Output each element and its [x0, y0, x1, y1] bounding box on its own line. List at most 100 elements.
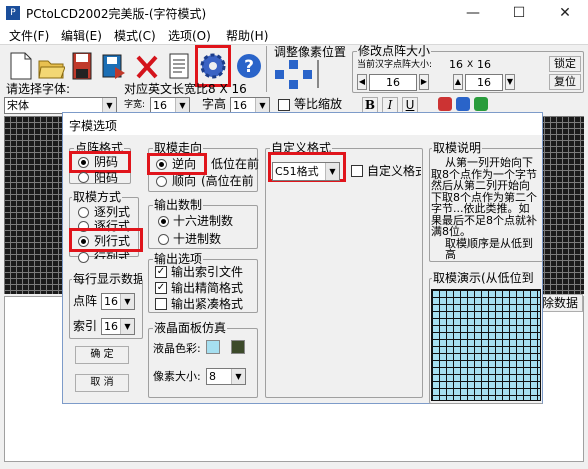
- char-width-label: 字宽:: [124, 100, 146, 110]
- current-height: 16: [477, 58, 491, 71]
- demo-title: 取模演示(从低位到: [432, 272, 542, 284]
- dot-per-line-select[interactable]: 16 ▼: [101, 293, 135, 310]
- lcd-fg-swatch[interactable]: [206, 340, 220, 354]
- height-inc-icon[interactable]: ▼: [505, 74, 515, 90]
- mode-title: 取模方式: [72, 190, 123, 204]
- column-label: 逐列式: [94, 205, 131, 219]
- custom-format-group: 自定义格式: [265, 142, 423, 398]
- ascii-size-text: 8 X 16: [208, 82, 247, 96]
- mirror-icon[interactable]: [474, 97, 488, 111]
- radio-forward[interactable]: [156, 176, 167, 187]
- title-bar: P PCtoLCD2002完美版-(字符模式) — ☐ ✕: [0, 0, 588, 26]
- cancel-button[interactable]: 取 消: [75, 374, 129, 392]
- lcd-color-label: 液晶色彩:: [153, 342, 201, 355]
- explanation-line: 从第一列开始向下: [445, 157, 533, 169]
- radio-column[interactable]: [78, 207, 89, 218]
- pixel-size-select[interactable]: 8 ▼: [206, 368, 246, 385]
- pixel-left-icon[interactable]: [275, 70, 284, 79]
- menu-options[interactable]: 选项(O): [168, 27, 211, 44]
- new-file-icon[interactable]: [6, 48, 36, 84]
- dialog-titlebar: 字模选项: [63, 113, 542, 135]
- maximize-button[interactable]: ☐: [496, 0, 542, 26]
- custom-format-value: C51格式: [275, 165, 319, 178]
- menu-file[interactable]: 文件(F): [9, 27, 49, 44]
- explanation-line: 字节...依此类推。如: [431, 202, 530, 215]
- chevron-down-icon: ▼: [231, 369, 245, 384]
- pixel-down-icon[interactable]: [289, 80, 298, 89]
- save-icon[interactable]: [66, 48, 96, 84]
- per-line-title: 每行显示数据: [72, 273, 142, 285]
- delete-icon[interactable]: [132, 48, 162, 84]
- save-as-icon[interactable]: [98, 48, 128, 84]
- scale-checkbox[interactable]: [278, 99, 290, 111]
- explanation-line: 然后从第二列开始向: [431, 179, 530, 192]
- hex-label: 十六进制数: [173, 214, 234, 228]
- lcd-bg-swatch[interactable]: [231, 340, 245, 354]
- index-file-checkbox[interactable]: ✓: [155, 266, 167, 278]
- help-icon[interactable]: ?: [234, 48, 264, 84]
- custom-format-select[interactable]: C51格式 ▼: [272, 162, 340, 181]
- document-icon[interactable]: [164, 48, 194, 84]
- options-dialog: 字模选项 点阵格式 阴码 阳码 取模方式 逐列式 逐行式 列行式 行列式 每行显…: [62, 112, 543, 404]
- width-inc-icon[interactable]: ▶: [419, 74, 429, 90]
- pixel-right-icon[interactable]: [303, 70, 312, 79]
- lcd-sim-title: 液晶面板仿真: [153, 321, 228, 335]
- forward-hint: (高位在前: [201, 174, 254, 188]
- demo-grid: [431, 289, 541, 401]
- chevron-down-icon: ▼: [325, 163, 339, 180]
- radio-hex[interactable]: [158, 216, 169, 227]
- output-options-title: 输出选项: [153, 252, 204, 266]
- yangma-label: 阳码: [94, 171, 119, 183]
- open-folder-icon[interactable]: [36, 48, 66, 84]
- matrix-size-title: 修改点阵大小: [357, 44, 432, 58]
- font-value: 宋体: [7, 99, 29, 112]
- radio-reverse[interactable]: [156, 159, 167, 170]
- pixel-adjust-title: 调整像素位置: [273, 45, 348, 59]
- rotate-icon[interactable]: [438, 97, 452, 111]
- pixel-adjust-group: 调整像素位置: [266, 45, 348, 92]
- height-spin[interactable]: 16: [465, 74, 503, 91]
- lock-button[interactable]: 锁定: [549, 56, 581, 72]
- ok-button[interactable]: 确 定: [75, 346, 129, 364]
- close-button[interactable]: ✕: [542, 0, 588, 26]
- pixel-up-icon[interactable]: [289, 60, 298, 69]
- app-icon: P: [6, 6, 20, 20]
- menu-help[interactable]: 帮助(H): [226, 27, 268, 44]
- char-height-value: 16: [233, 99, 247, 112]
- rotate-tools: [438, 95, 494, 113]
- options-gear-button[interactable]: [195, 45, 231, 87]
- radio-yinma[interactable]: [78, 157, 89, 168]
- reverse-label: 逆向: [172, 157, 197, 171]
- radio-column-row[interactable]: [78, 236, 89, 247]
- matrix-size-group: 修改点阵大小 当前汉字点阵大小: 16 X 16 锁定 ◀ 16 ▶ ▲ 16 …: [352, 45, 584, 93]
- char-height-label: 字高: [202, 97, 227, 111]
- explanation-line: 满8位。: [431, 225, 471, 238]
- index-per-line-select[interactable]: 16 ▼: [101, 318, 135, 335]
- restore-button[interactable]: 复位: [549, 74, 581, 90]
- window-title: PCtoLCD2002完美版-(字符模式): [26, 7, 207, 21]
- compact-simple-checkbox[interactable]: ✓: [155, 282, 167, 294]
- height-dec-icon[interactable]: ▲: [453, 74, 463, 90]
- flip-icon[interactable]: [456, 97, 470, 111]
- chevron-down-icon: ▼: [255, 98, 269, 113]
- forward-label: 顺向: [172, 174, 197, 188]
- width-dec-icon[interactable]: ◀: [357, 74, 367, 90]
- clear-data-button[interactable]: 除数据: [537, 294, 583, 312]
- radio-row-column[interactable]: [78, 252, 89, 263]
- radio-yangma[interactable]: [78, 172, 89, 183]
- radio-decimal[interactable]: [158, 234, 169, 245]
- svg-text:?: ?: [244, 57, 254, 77]
- char-width-value: 16: [153, 99, 167, 112]
- compact-simple-label: 输出精简格式: [171, 281, 244, 295]
- compact-tight-checkbox[interactable]: [155, 298, 167, 310]
- minimize-button[interactable]: —: [450, 0, 496, 26]
- menu-edit[interactable]: 编辑(E): [61, 27, 102, 44]
- custom-format-checkbox[interactable]: [351, 165, 363, 177]
- dot-per-line-value: 16: [104, 295, 118, 308]
- width-spin[interactable]: 16: [369, 74, 417, 91]
- reverse-hint: 低位在前: [211, 157, 260, 171]
- compact-tight-label: 输出紧凑格式: [171, 297, 244, 311]
- dialog-title: 字模选项: [69, 119, 118, 133]
- current-size-label: 当前汉字点阵大小:: [357, 60, 433, 70]
- menu-mode[interactable]: 模式(C): [114, 27, 156, 44]
